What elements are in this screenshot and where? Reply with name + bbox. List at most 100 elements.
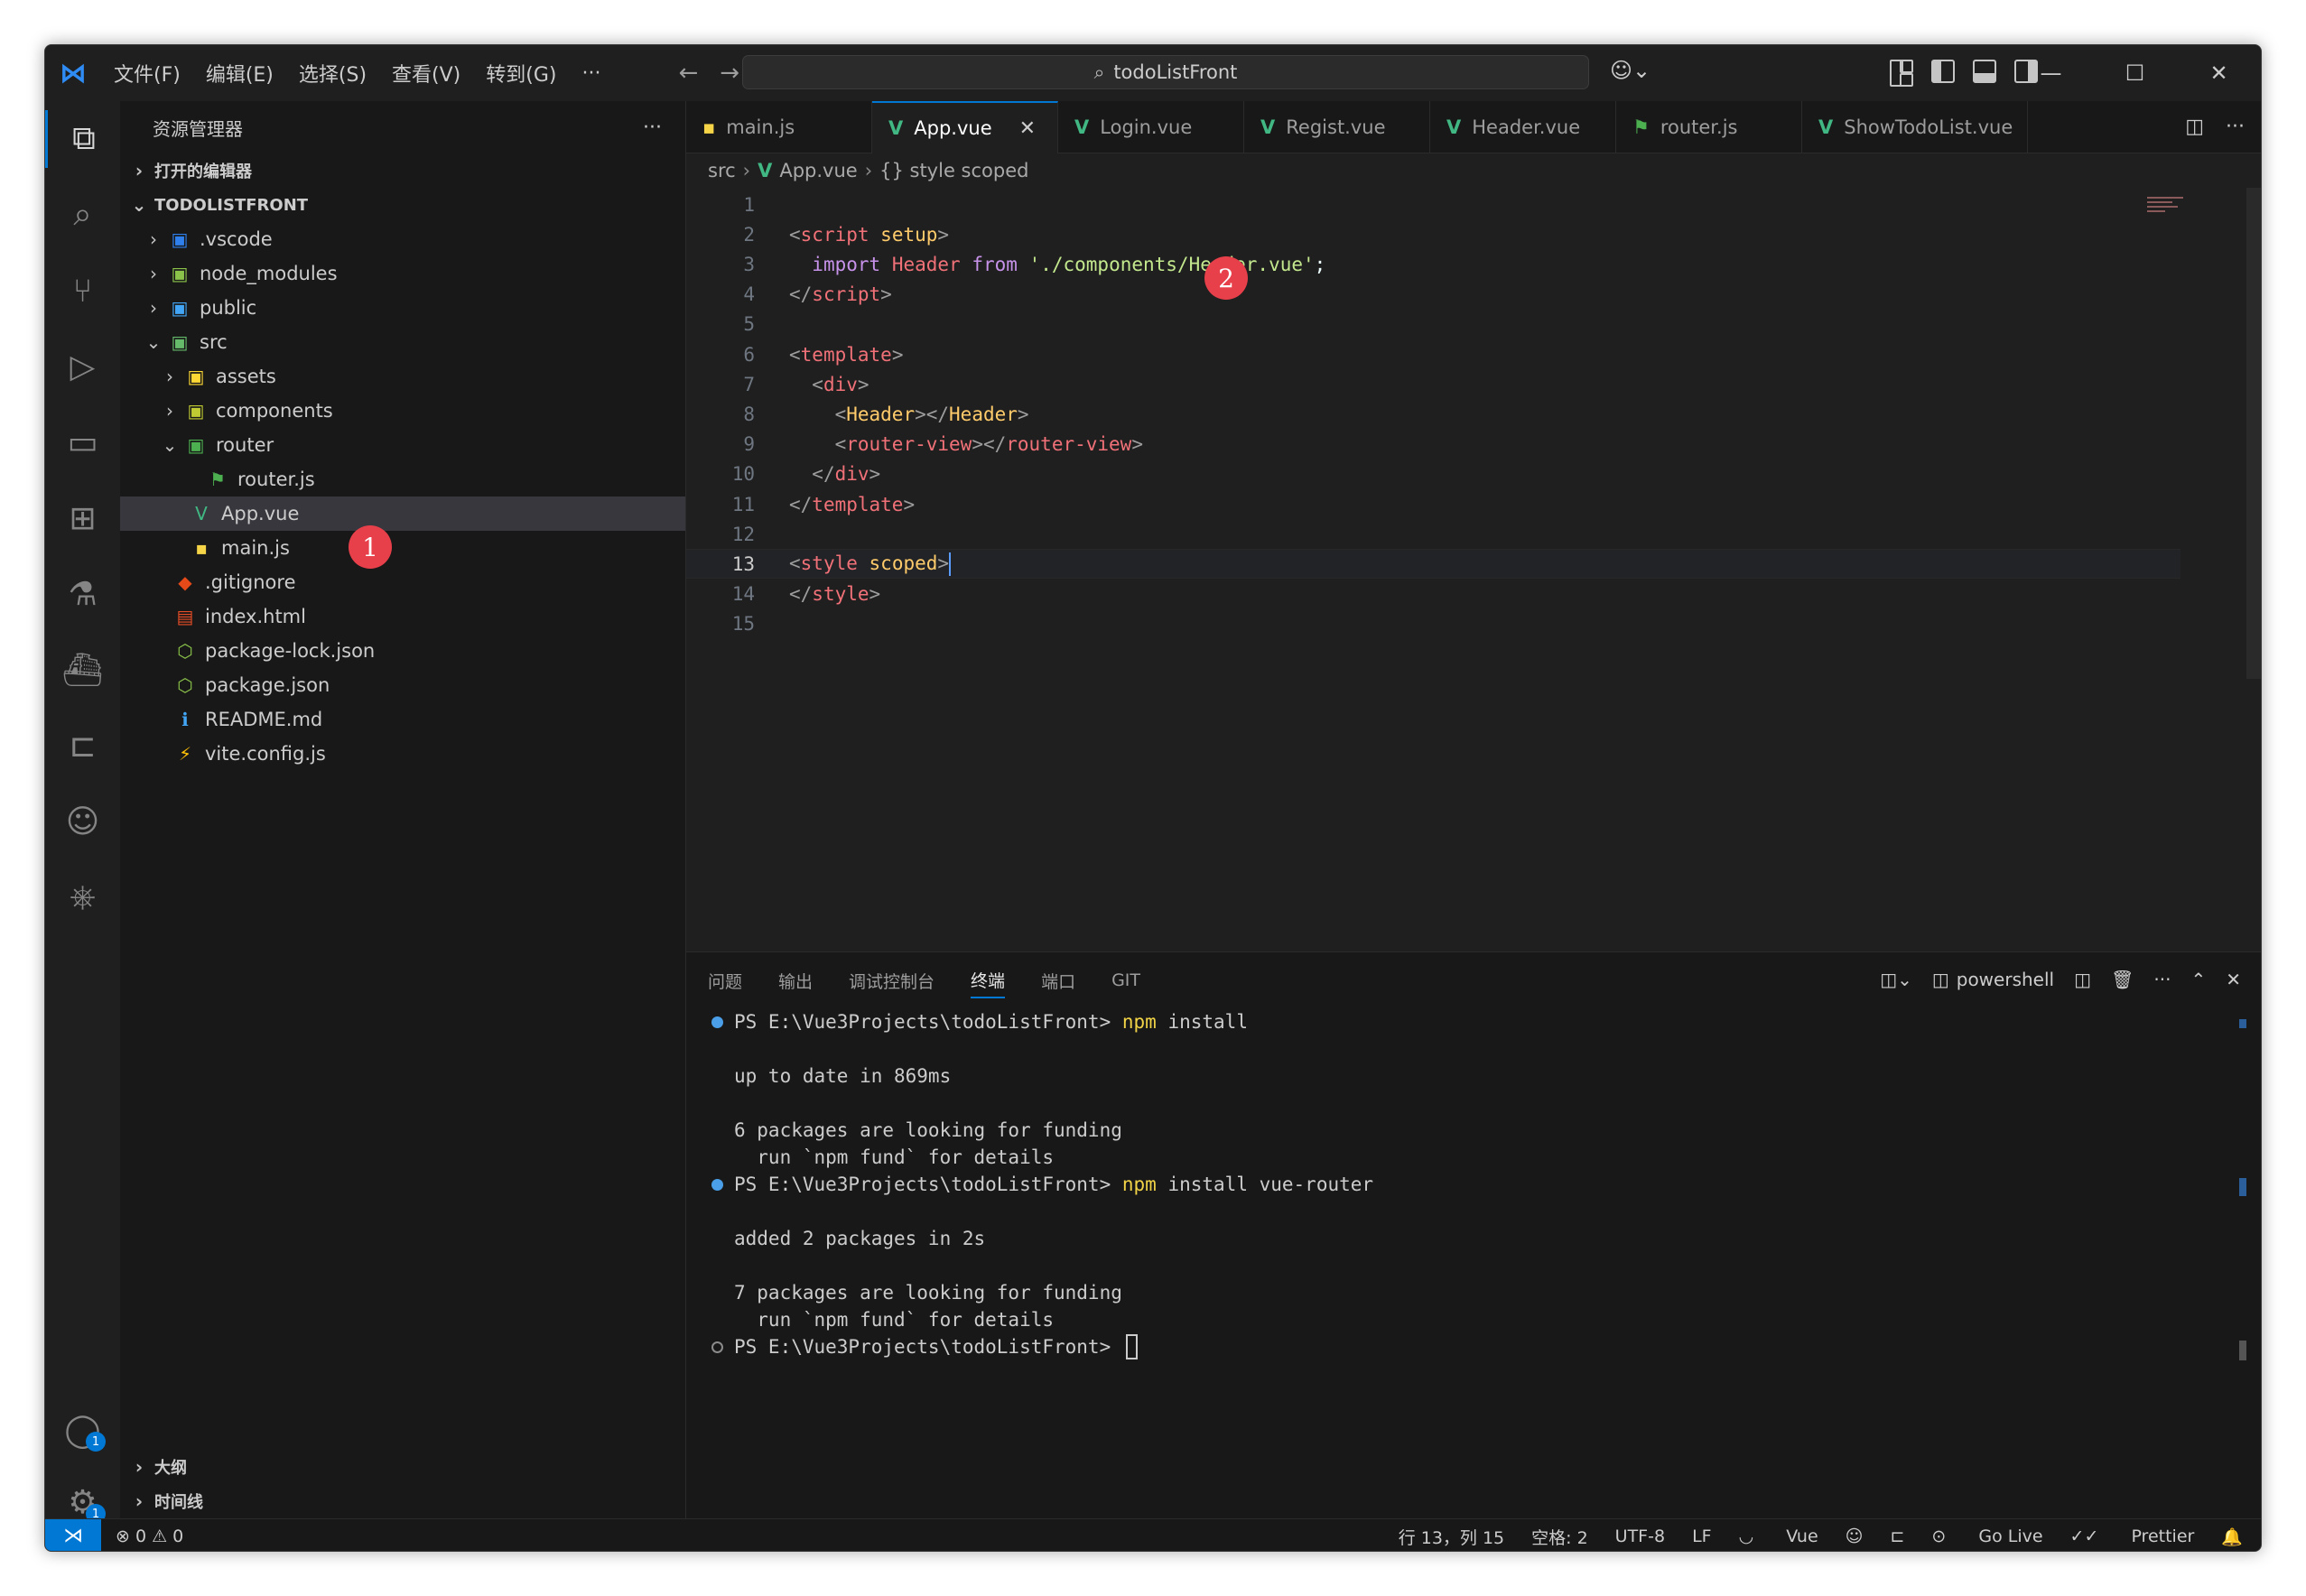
remote-icon[interactable]: ⊏ <box>45 717 120 775</box>
encoding[interactable]: UTF-8 <box>1615 1526 1665 1546</box>
source-control-icon[interactable]: ⑂ <box>45 262 120 320</box>
menu-edit[interactable]: 编辑(E) <box>193 59 286 88</box>
editor-tab[interactable]: V App.vue ✕ <box>872 101 1058 153</box>
command-center-search[interactable]: ⌕ todoListFront <box>742 55 1589 89</box>
code-line[interactable]: 15 <box>686 609 2180 639</box>
back-arrow-icon[interactable]: ← <box>667 60 709 87</box>
editor-tab[interactable]: V Regist.vue <box>1244 101 1430 153</box>
panel-tab[interactable]: GIT <box>1111 952 1140 1008</box>
panel-tab[interactable]: 输出 <box>778 952 813 1008</box>
tree-item[interactable]: › ▣ public <box>120 291 685 325</box>
tree-item[interactable]: ▤ index.html <box>120 599 685 634</box>
tree-item[interactable]: ⌄ ▣ router <box>120 428 685 462</box>
customize-layout-icon[interactable] <box>1890 60 1913 87</box>
line-ending[interactable]: LF <box>1692 1526 1712 1546</box>
code-line[interactable]: 2 <script setup> <box>686 219 2180 249</box>
code-line[interactable]: 10 </div> <box>686 459 2180 489</box>
project-section[interactable]: ⌄ TODOLISTFRONT <box>120 188 685 222</box>
menu-selection[interactable]: 选择(S) <box>286 59 379 88</box>
terminal-shell-label[interactable]: powershell <box>1957 969 2054 990</box>
testing-icon[interactable]: ⚗ <box>45 565 120 623</box>
go-live-button[interactable]: ⊙ Go Live <box>1931 1526 2042 1546</box>
copilot-status-icon[interactable]: ☺ <box>1846 1526 1864 1546</box>
editor-tab[interactable]: ⚑ router.js <box>1616 101 1802 153</box>
panel-tab[interactable]: 端口 <box>1041 952 1075 1008</box>
tree-item[interactable]: V App.vue <box>120 496 685 531</box>
panel-tab[interactable]: 问题 <box>708 952 742 1008</box>
code-line[interactable]: 3 import Header from './components/Heade… <box>686 249 2180 279</box>
copilot-icon[interactable]: ☺⌄ <box>1610 58 1650 83</box>
close-panel-icon[interactable]: ✕ <box>2226 969 2241 990</box>
menu-view[interactable]: 查看(V) <box>379 59 473 88</box>
tree-item[interactable]: ⌄ ▣ src <box>120 325 685 359</box>
command-decoration-icon[interactable] <box>711 1016 723 1028</box>
remote-status-icon[interactable]: ⊏ <box>1890 1526 1904 1546</box>
command-decoration-icon[interactable] <box>711 1178 723 1191</box>
editor-tab[interactable]: V Header.vue <box>1430 101 1616 153</box>
language-mode[interactable]: ◡ Vue <box>1739 1526 1818 1546</box>
code-line[interactable]: 12 <box>686 519 2180 549</box>
code-line[interactable]: 1 <box>686 190 2180 219</box>
minimap[interactable] <box>2147 197 2190 224</box>
new-terminal-dropdown-icon[interactable]: ◫⌄ <box>1880 969 1912 990</box>
tree-item[interactable]: ℹ README.md <box>120 702 685 737</box>
toggle-primary-sidebar-icon[interactable] <box>1931 60 1955 83</box>
menu-go[interactable]: 转到(G) <box>473 59 569 88</box>
tree-item[interactable]: › ▣ node_modules <box>120 256 685 291</box>
kubernetes-icon[interactable]: ⎈ <box>45 868 120 926</box>
remote-indicator-icon[interactable]: ⋊ <box>45 1518 101 1551</box>
split-editor-icon[interactable]: ◫ <box>2185 116 2204 138</box>
accounts-icon[interactable]: ◯ 1 <box>45 1401 120 1459</box>
tree-item[interactable]: ▪ main.js <box>120 531 685 565</box>
editor-tab[interactable]: V ShowTodoList.vue <box>1802 101 2028 153</box>
editor-tab[interactable]: V Login.vue <box>1058 101 1244 153</box>
maximize-button[interactable]: ☐ <box>2093 45 2177 101</box>
maximize-panel-icon[interactable]: ⌃ <box>2190 969 2206 990</box>
panel-more-icon[interactable]: ··· <box>2153 969 2171 990</box>
notifications-bell-icon[interactable]: 🔔 <box>2221 1526 2243 1547</box>
close-tab-icon[interactable]: ✕ <box>1019 117 1036 140</box>
indentation[interactable]: 空格: 2 <box>1531 1525 1588 1549</box>
editor-more-icon[interactable]: ··· <box>2226 116 2245 138</box>
tree-item[interactable]: › ▣ assets <box>120 359 685 394</box>
code-line[interactable]: 9 <router-view></router-view> <box>686 430 2180 459</box>
remote-explorer-icon[interactable]: ▭ <box>45 413 120 471</box>
outline-section[interactable]: › 大纲 <box>120 1450 685 1484</box>
menu-file[interactable]: 文件(F) <box>101 59 193 88</box>
open-editors-section[interactable]: › 打开的编辑器 <box>120 153 685 188</box>
panel-tab[interactable]: 调试控制台 <box>849 952 934 1008</box>
tree-item[interactable]: ⚑ router.js <box>120 462 685 496</box>
explorer-more-icon[interactable]: ··· <box>643 116 662 139</box>
tree-item[interactable]: ⚡ vite.config.js <box>120 737 685 771</box>
minimize-button[interactable]: — <box>2009 45 2093 101</box>
search-icon[interactable]: ⌕ <box>45 186 120 244</box>
copilot-chat-icon[interactable]: ☺ <box>45 793 120 850</box>
panel-tab[interactable]: 终端 <box>971 962 1006 998</box>
code-line[interactable]: 8 <Header></Header> <box>686 399 2180 429</box>
code-line[interactable]: 11 </template> <box>686 489 2180 519</box>
command-decoration-icon[interactable] <box>711 1341 723 1353</box>
code-line[interactable]: 5 <box>686 310 2180 339</box>
problems-count[interactable]: ⊗ 0 ⚠ 0 <box>116 1526 183 1546</box>
tree-item[interactable]: › ▣ .vscode <box>120 222 685 256</box>
close-window-button[interactable]: ✕ <box>2177 45 2261 101</box>
breadcrumb-symbol[interactable]: {} style scoped <box>879 160 1028 181</box>
prettier-button[interactable]: ✓✓ Prettier <box>2070 1526 2195 1546</box>
split-terminal-icon[interactable]: ◫ <box>2074 969 2091 990</box>
trash-icon[interactable]: 🗑 <box>2111 969 2134 990</box>
cursor-position[interactable]: 行 13，列 15 <box>1399 1525 1504 1549</box>
tree-item[interactable]: › ▣ components <box>120 394 685 428</box>
breadcrumb-file[interactable]: App.vue <box>779 160 857 181</box>
timeline-section[interactable]: › 时间线 <box>120 1484 685 1518</box>
editor-scrollbar[interactable] <box>2246 188 2261 679</box>
extensions-icon[interactable]: ⊞ <box>45 489 120 547</box>
editor-tab[interactable]: ▪ main.js <box>686 101 872 153</box>
code-editor[interactable]: 1 2 <script setup> 3 import Header from './… <box>686 188 2261 951</box>
tree-item[interactable]: ⬡ package-lock.json <box>120 634 685 668</box>
code-line[interactable]: 4 </script> <box>686 280 2180 310</box>
code-line[interactable]: 13 <style scoped> <box>686 549 2180 580</box>
explorer-icon[interactable]: ⧉ <box>45 110 120 168</box>
docker-icon[interactable]: ⛴ <box>45 641 120 699</box>
run-debug-icon[interactable]: ▷ <box>45 338 120 395</box>
tree-item[interactable]: ◆ .gitignore <box>120 565 685 599</box>
